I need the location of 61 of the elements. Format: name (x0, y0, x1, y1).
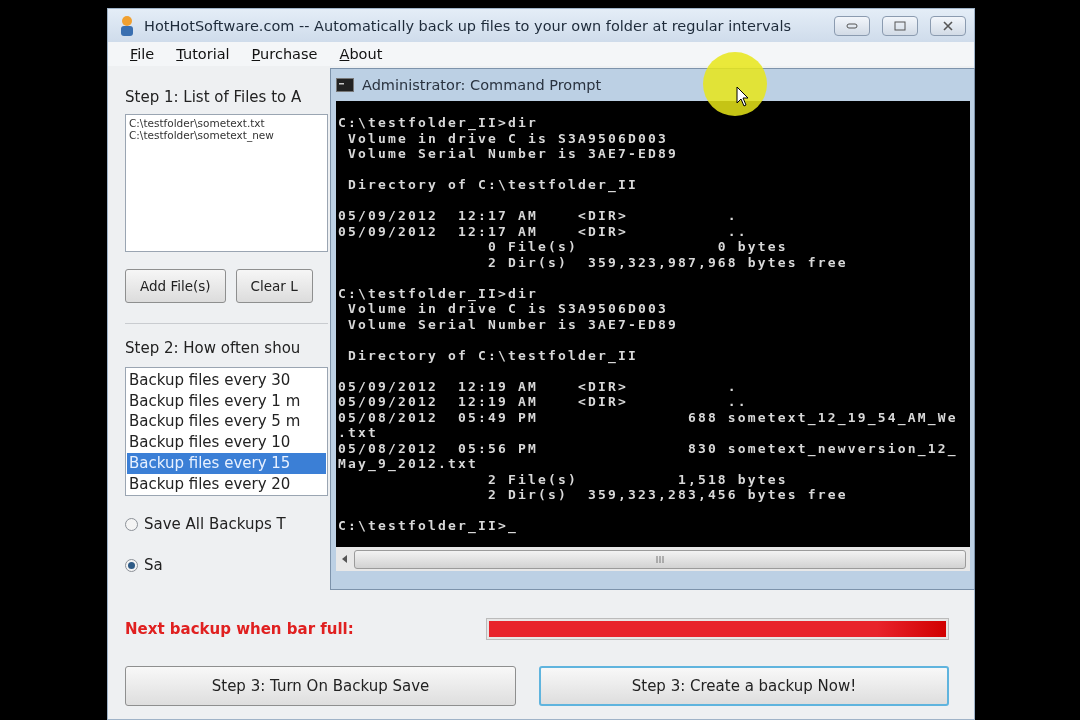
console-line: Directory of C:\testfolder_II (347, 177, 639, 193)
interval-list[interactable]: Backup files every 30 Backup files every 1 m Backup files every 5 m Backup files every 10 Backup files every 15 Backup files every 20 (125, 367, 328, 496)
console-line: C:\testfolder_II>dir (338, 115, 539, 131)
app-icon (118, 14, 136, 37)
horizontal-scrollbar[interactable] (336, 547, 970, 571)
radio-label[interactable]: Save All Backups T (144, 515, 286, 533)
console-line: Volume in drive C is S3A9506D003 (348, 130, 669, 146)
interval-option[interactable]: Backup files every 1 m (127, 390, 326, 412)
file-path[interactable]: C:\testfolder\sometext.txt (129, 117, 324, 129)
step2-label: Step 2: How often shou (125, 339, 302, 357)
console-line: 0 File(s) 0 bytes (486, 239, 789, 255)
console-line: 2 File(s) 1,518 bytes (486, 471, 789, 487)
menu-item[interactable]: File (130, 46, 155, 62)
window-title: HotHotSoftware.com -- Automatically back up files to your own folder at regular intervals (144, 17, 792, 34)
mouse-pointer-icon (736, 86, 750, 108)
next-backup-label: Next backup when bar full: (125, 620, 354, 638)
interval-option[interactable]: Backup files every 10 (127, 432, 326, 453)
console-line: Volume in drive C is S3A9506D003 (348, 301, 669, 317)
list-button[interactable]: Add File(s) (125, 269, 226, 303)
console-line: .txt (338, 425, 379, 441)
console-line: 05/09/2012 12:19 AM <DIR> . (338, 378, 739, 394)
menu-item[interactable]: Purchase (251, 46, 318, 62)
scroll-left-icon[interactable] (340, 554, 350, 564)
menu-item[interactable]: About (339, 46, 383, 62)
scroll-thumb[interactable] (354, 549, 966, 569)
console-line: 05/09/2012 12:17 AM <DIR> .. (338, 223, 749, 239)
step3-button[interactable]: Step 3: Create a backup Now! (539, 666, 949, 706)
console-line: C:\testfolder_II>_ (338, 518, 519, 534)
console-line: Volume Serial Number is 3AE7-ED89 (347, 146, 679, 162)
minimize-icon (846, 22, 858, 29)
console-line: May_9_2012.txt (338, 456, 479, 472)
step1-label: Step 1: List of Files to A (125, 88, 303, 106)
console-line: 05/08/2012 05:56 PM 830 sometext_newversion_12_ (338, 440, 959, 456)
radio-button[interactable] (125, 558, 138, 572)
grip-icon (655, 555, 665, 563)
close-icon (943, 20, 953, 31)
file-path[interactable]: C:\testfolder\sometext_new (129, 129, 324, 141)
menu-item[interactable]: Tutorial (176, 46, 230, 62)
console-line: 2 Dir(s) 359,323,283,456 bytes free (486, 487, 849, 503)
console-line: 05/09/2012 12:17 AM <DIR> . (338, 208, 739, 224)
console-line: C:\testfolder_II>dir (338, 285, 539, 301)
step3-button[interactable]: Step 3: Turn On Backup Save (125, 666, 516, 706)
file-list[interactable]: C:\testfolder\sometext.txt C:\testfolder\sometext_new (125, 114, 328, 252)
console-icon (336, 78, 354, 92)
interval-option[interactable]: Backup files every 15 (127, 452, 326, 474)
console-line: Volume Serial Number is 3AE7-ED89 (347, 316, 679, 332)
interval-option[interactable]: Backup files every 30 (127, 370, 326, 391)
console-line: Directory of C:\testfolder_II (347, 347, 639, 363)
interval-option[interactable]: Backup files every 5 m (127, 411, 326, 433)
list-button[interactable]: Clear L (235, 269, 313, 303)
console-line: 05/08/2012 05:49 PM 688 sometext_12_19_54_AM_We (338, 409, 959, 425)
console-line: 05/09/2012 12:19 AM <DIR> .. (338, 394, 749, 410)
maximize-button[interactable] (882, 15, 918, 36)
console-title: Administrator: Command Prompt (362, 77, 602, 93)
radio-button[interactable] (125, 517, 138, 531)
radio-label[interactable]: Sa (144, 556, 163, 574)
console-line: 2 Dir(s) 359,323,987,968 bytes free (486, 254, 849, 270)
close-button[interactable] (930, 15, 966, 36)
interval-option[interactable]: Backup files every 20 (127, 473, 326, 495)
minimize-button[interactable] (834, 15, 870, 36)
maximize-icon (894, 20, 906, 31)
